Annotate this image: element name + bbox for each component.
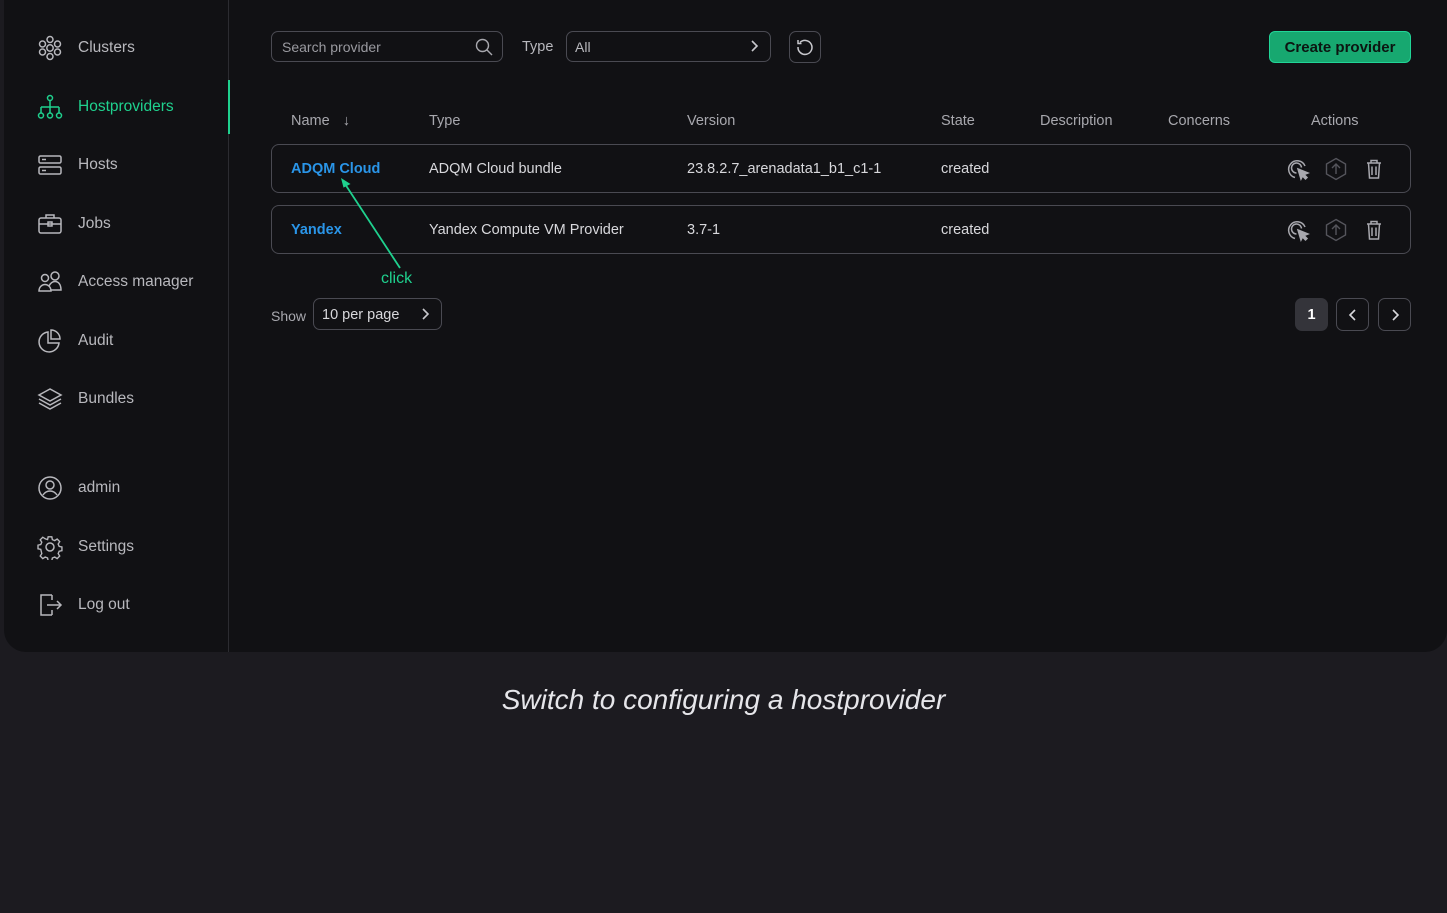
provider-version: 3.7-1 xyxy=(687,222,721,238)
sidebar: Clusters Hostproviders Hosts Jobs Access… xyxy=(4,0,230,652)
run-action-icon[interactable] xyxy=(1286,218,1310,242)
column-header-name[interactable]: Name ↓ xyxy=(291,113,350,129)
column-header-state: State xyxy=(941,113,975,129)
sidebar-item-label: admin xyxy=(78,479,121,496)
type-filter-label: Type xyxy=(522,39,554,55)
sidebar-item-label: Access manager xyxy=(78,273,194,290)
caption-text: Switch to configuring a hostprovider xyxy=(501,684,946,715)
table-row: Yandex Yandex Compute VM Provider 3.7-1 … xyxy=(271,205,1411,254)
briefcase-icon xyxy=(37,211,63,237)
sidebar-item-label: Hosts xyxy=(78,156,118,173)
prev-page-button[interactable] xyxy=(1336,298,1369,331)
logout-icon xyxy=(37,592,63,618)
upgrade-icon xyxy=(1325,218,1347,242)
sidebar-item-label: Bundles xyxy=(78,390,135,407)
sidebar-item-jobs[interactable]: Jobs xyxy=(4,197,229,251)
upgrade-icon xyxy=(1325,157,1347,181)
page-number-button[interactable]: 1 xyxy=(1295,298,1328,331)
provider-type: ADQM Cloud bundle xyxy=(429,161,562,177)
pie-chart-icon xyxy=(37,328,63,354)
sidebar-item-settings[interactable]: Settings xyxy=(4,520,229,574)
gear-icon xyxy=(37,534,63,560)
column-header-actions: Actions xyxy=(1311,113,1359,129)
sidebar-item-logout[interactable]: Log out xyxy=(4,578,229,632)
delete-icon[interactable] xyxy=(1362,218,1386,242)
layers-icon xyxy=(37,386,63,412)
refresh-icon xyxy=(797,39,813,56)
reset-filters-button[interactable] xyxy=(789,31,821,63)
search-input[interactable] xyxy=(280,37,474,56)
provider-state: created xyxy=(941,161,990,177)
per-page-value: 10 per page xyxy=(322,307,400,323)
users-icon xyxy=(37,269,63,295)
sidebar-item-label: Jobs xyxy=(78,215,111,232)
run-action-icon[interactable] xyxy=(1286,157,1310,181)
hierarchy-icon xyxy=(37,94,63,120)
clusters-icon xyxy=(37,35,63,61)
sidebar-item-bundles[interactable]: Bundles xyxy=(4,372,229,426)
sidebar-item-hosts[interactable]: Hosts xyxy=(4,138,229,192)
provider-name-link[interactable]: ADQM Cloud xyxy=(291,161,380,177)
chevron-right-icon xyxy=(1391,308,1399,321)
search-field[interactable] xyxy=(271,31,503,62)
sidebar-item-label: Audit xyxy=(78,332,114,349)
provider-type: Yandex Compute VM Provider xyxy=(429,222,624,238)
sidebar-item-label: Clusters xyxy=(78,39,135,56)
user-circle-icon xyxy=(37,475,63,501)
sidebar-item-admin[interactable]: admin xyxy=(4,461,229,515)
delete-icon[interactable] xyxy=(1362,157,1386,181)
type-filter-select[interactable]: All xyxy=(566,31,771,62)
sidebar-item-access-manager[interactable]: Access manager xyxy=(4,255,229,309)
column-header-concerns: Concerns xyxy=(1168,113,1231,129)
column-header-description: Description xyxy=(1040,113,1113,129)
main-content: Type All Create provider Name ↓ Type Ver… xyxy=(229,0,1447,652)
chevron-right-icon xyxy=(751,40,759,52)
create-provider-button[interactable]: Create provider xyxy=(1269,31,1411,63)
provider-name-link[interactable]: Yandex xyxy=(291,222,342,238)
type-filter-value: All xyxy=(575,39,591,55)
next-page-button[interactable] xyxy=(1378,298,1411,331)
provider-state: created xyxy=(941,222,990,238)
sidebar-item-label: Hostproviders xyxy=(78,98,174,115)
sidebar-item-clusters[interactable]: Clusters xyxy=(4,21,229,75)
provider-version: 23.8.2.7_arenadata1_b1_c1-1 xyxy=(687,161,882,177)
chevron-right-icon xyxy=(422,308,430,320)
per-page-select[interactable]: 10 per page xyxy=(313,298,442,330)
sidebar-item-label: Log out xyxy=(78,596,130,613)
server-icon xyxy=(37,152,63,178)
per-page-label: Show xyxy=(271,308,307,324)
app-window: Clusters Hostproviders Hosts Jobs Access… xyxy=(4,0,1447,652)
column-header-version: Version xyxy=(687,113,736,129)
table-row: ADQM Cloud ADQM Cloud bundle 23.8.2.7_ar… xyxy=(271,144,1411,193)
column-header-label: Name xyxy=(291,113,330,129)
search-icon xyxy=(475,38,493,56)
sort-arrow-icon: ↓ xyxy=(342,113,350,129)
sidebar-item-label: Settings xyxy=(78,538,135,555)
sidebar-item-hostproviders[interactable]: Hostproviders xyxy=(4,80,230,134)
column-header-type: Type xyxy=(429,113,461,129)
annotation-label: click xyxy=(381,270,413,287)
sidebar-item-audit[interactable]: Audit xyxy=(4,314,229,368)
chevron-left-icon xyxy=(1348,308,1356,321)
